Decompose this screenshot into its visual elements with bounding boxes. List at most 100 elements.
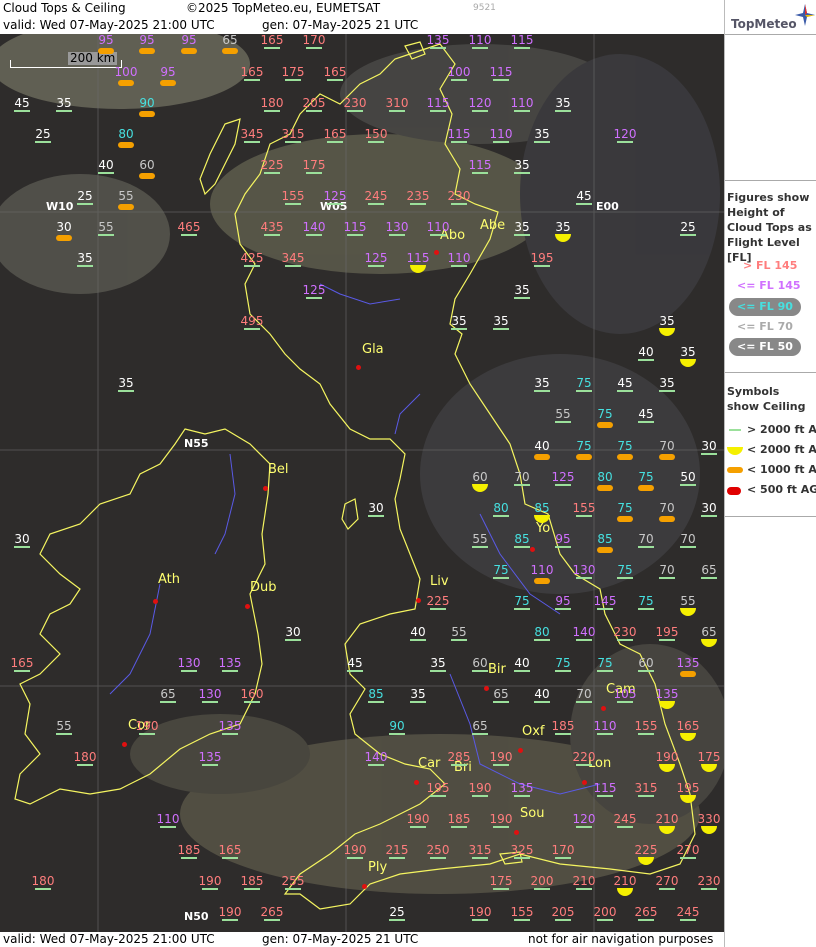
ceiling-underline [306, 110, 322, 112]
cloud-top-value: 65 [701, 625, 717, 639]
cloud-top-value: 135 [655, 687, 679, 701]
city-label-gla: Gla [362, 342, 384, 357]
cloud-top-value: 110 [426, 220, 450, 234]
cloud-top-value: 190 [655, 750, 679, 764]
ceiling-underline [430, 857, 446, 859]
city-marker-liv[interactable] [416, 598, 421, 603]
cloud-top-value: 165 [240, 65, 264, 79]
ceiling-underline [534, 701, 550, 703]
cloud-top-value: 130 [572, 563, 596, 577]
cloud-top-value: 35 [514, 283, 530, 297]
ceiling-underline [35, 141, 51, 143]
cloud-top-value: 80 [597, 470, 613, 484]
cloud-top-value: 115 [447, 127, 471, 141]
legend-fl-le-90: <= FL 90 [737, 300, 793, 313]
cloud-top-value: 30 [56, 220, 72, 234]
cloud-top-value: 85 [514, 532, 530, 546]
city-label-car: Car [418, 756, 441, 771]
cloud-top-value: 165 [10, 656, 34, 670]
ceiling-underline [244, 888, 260, 890]
ceiling-below-1000-symbol [597, 485, 613, 491]
city-marker-ath[interactable] [153, 599, 158, 604]
legend-fl-le-50: <= FL 50 [737, 340, 793, 353]
cloud-top-value: 225 [260, 158, 284, 172]
ceiling-underline [493, 888, 509, 890]
cloud-top-value: 185 [551, 719, 575, 733]
city-marker-oxf[interactable] [518, 748, 523, 753]
city-marker-sou[interactable] [514, 830, 519, 835]
cloud-top-value: 115 [426, 96, 450, 110]
cloud-top-value: 140 [364, 750, 388, 764]
legend-panel: TopMeteo Figures show Height of Cloud To… [724, 0, 816, 947]
cloud-top-value: 190 [489, 812, 513, 826]
ceiling-below-1000-symbol [56, 235, 72, 241]
ceiling-underline [410, 701, 426, 703]
ceiling-underline [514, 857, 530, 859]
cloud-top-value: 55 [680, 594, 696, 608]
city-marker-ply[interactable] [362, 884, 367, 889]
city-marker-cam[interactable] [601, 706, 606, 711]
ceiling-underline [493, 764, 509, 766]
cloud-top-value: 30 [701, 501, 717, 515]
cloud-top-value: 185 [240, 874, 264, 888]
ceiling-underline [576, 764, 592, 766]
cloud-top-value: 35 [680, 345, 696, 359]
city-marker-bel[interactable] [263, 486, 268, 491]
ceiling-underline [472, 110, 488, 112]
city-marker-yo[interactable] [530, 547, 535, 552]
cloud-top-value: 35 [534, 127, 550, 141]
cloud-top-value: 35 [555, 220, 571, 234]
cloud-top-value: 345 [281, 251, 305, 265]
city-label-bir: Bir [488, 662, 506, 677]
cloud-top-value: 30 [285, 625, 301, 639]
ceiling-underline [555, 857, 571, 859]
city-marker-abo[interactable] [434, 250, 439, 255]
ceiling-underline [597, 733, 613, 735]
cloud-top-value: 190 [468, 781, 492, 795]
ceiling-underline [534, 639, 550, 641]
cloud-top-value: 75 [638, 594, 654, 608]
cloud-top-value: 45 [14, 96, 30, 110]
cloud-tops-map[interactable]: 200 km W10 W05 E00 N55 N50 Abo Abe Gla Bel A… [0, 34, 724, 932]
cloud-top-value: 75 [597, 407, 613, 421]
grid-label-w10: W10 [46, 200, 74, 213]
legend-ceiling-above-2000: > 2000 ft AGL [747, 423, 816, 436]
cloud-top-value: 110 [530, 563, 554, 577]
cloud-top-value: 210 [572, 874, 596, 888]
ceiling-underline [597, 919, 613, 921]
cloud-top-value: 90 [389, 719, 405, 733]
ceiling-underline [306, 297, 322, 299]
ceiling-underline [98, 234, 114, 236]
city-marker-car[interactable] [414, 780, 419, 785]
cloud-top-value: 190 [198, 874, 222, 888]
cloud-top-value: 110 [510, 96, 534, 110]
ceiling-underline [514, 608, 530, 610]
city-marker-bir[interactable] [484, 686, 489, 691]
ceiling-underline [638, 546, 654, 548]
cloud-top-value: 35 [514, 158, 530, 172]
city-marker-gla[interactable] [356, 365, 361, 370]
cloud-top-value: 245 [613, 812, 637, 826]
cloud-top-value: 60 [472, 656, 488, 670]
ceiling-underline [327, 141, 343, 143]
ceiling-underline [638, 919, 654, 921]
cloud-top-value: 190 [468, 905, 492, 919]
cloud-top-value: 25 [35, 127, 51, 141]
city-marker-dub[interactable] [245, 604, 250, 609]
ceiling-below-1000-symbol [139, 173, 155, 179]
legend-divider-3 [725, 516, 816, 517]
ceiling-underline [514, 795, 530, 797]
ceiling-underline [576, 390, 592, 392]
ceiling-underline [368, 701, 384, 703]
city-marker-lon[interactable] [582, 780, 587, 785]
ceiling-underline [410, 826, 426, 828]
cloud-top-value: 100 [447, 65, 471, 79]
city-marker-cor[interactable] [122, 742, 127, 747]
cloud-top-value: 25 [680, 220, 696, 234]
ceiling-underline [264, 47, 280, 49]
cloud-top-value: 245 [364, 189, 388, 203]
ceiling-underline [285, 265, 301, 267]
ceiling-underline [451, 79, 467, 81]
cloud-top-value: 120 [468, 96, 492, 110]
ceiling-underline [451, 141, 467, 143]
